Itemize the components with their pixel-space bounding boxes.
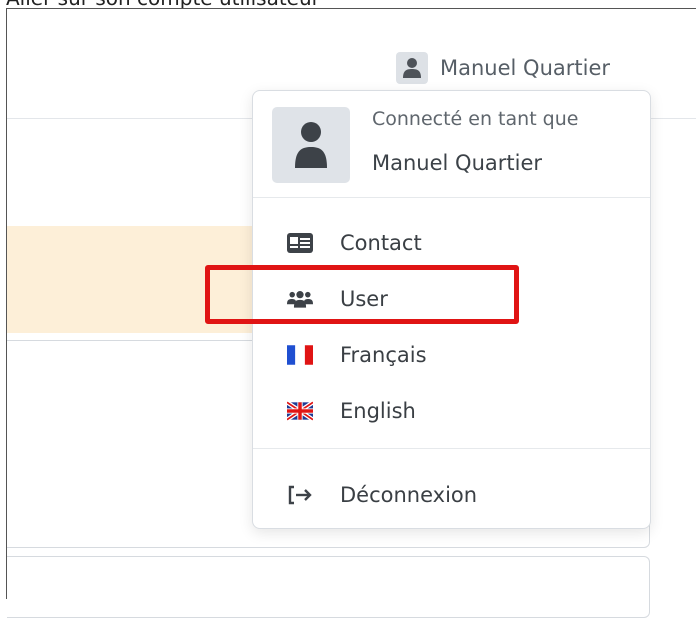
flag-france-icon	[287, 344, 313, 366]
menu-item-label: English	[340, 399, 416, 423]
connected-as-label: Connecté en tant que	[372, 108, 579, 130]
menu-divider	[253, 197, 650, 198]
user-avatar-icon	[272, 107, 350, 183]
menu-item-label: User	[340, 287, 388, 311]
user-menu-button[interactable]: Manuel Quartier	[396, 48, 610, 88]
menu-item-logout[interactable]: Déconnexion	[253, 471, 650, 519]
menu-divider	[253, 448, 650, 449]
menu-item-francais[interactable]: Français	[253, 331, 650, 379]
dropdown-user-header: Connecté en tant que Manuel Quartier	[272, 105, 632, 185]
content-card-secondary	[7, 556, 650, 618]
menu-item-label: Contact	[340, 231, 422, 255]
user-dropdown-menu: Connecté en tant que Manuel Quartier Con…	[252, 90, 651, 529]
id-card-icon	[287, 232, 313, 254]
flag-uk-icon	[287, 400, 313, 422]
sign-out-icon	[287, 484, 313, 506]
menu-item-english[interactable]: English	[253, 387, 650, 435]
menu-item-label: Français	[340, 343, 427, 367]
menu-item-contact[interactable]: Contact	[253, 219, 650, 267]
user-icon	[396, 52, 428, 84]
menu-item-user[interactable]: User	[253, 275, 650, 323]
menu-item-label: Déconnexion	[340, 483, 478, 507]
users-icon	[287, 288, 313, 310]
header-user-name: Manuel Quartier	[440, 56, 610, 80]
dropdown-user-name: Manuel Quartier	[372, 151, 542, 175]
